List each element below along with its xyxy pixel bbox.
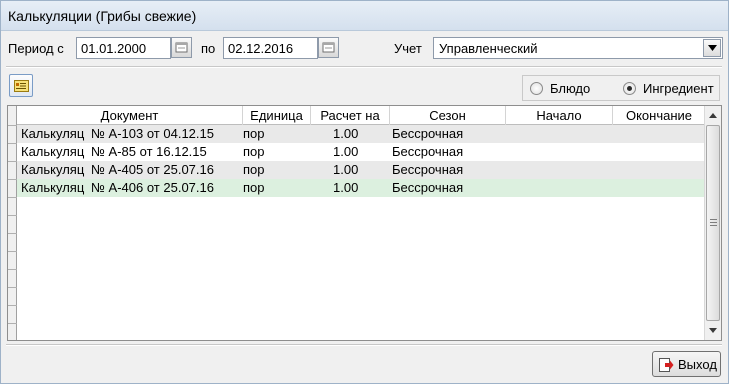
cell-season: Бессрочная — [392, 144, 464, 159]
cell-doc-number: № А-103 от 04.12.15 — [91, 126, 214, 141]
radio-dish-label: Блюдо — [550, 81, 591, 96]
column-header-start[interactable]: Начало — [506, 106, 613, 125]
gutter-row-line — [8, 143, 17, 144]
gutter-row-line — [8, 161, 17, 162]
column-header-calc-for[interactable]: Расчет на — [311, 106, 390, 125]
footer-divider — [6, 344, 722, 346]
radio-dish-circle — [530, 82, 543, 95]
gutter-row-line — [8, 179, 17, 180]
gutter-row-line — [8, 269, 17, 270]
column-header-end[interactable]: Окончание — [613, 106, 705, 125]
account-select[interactable]: Управленческий — [433, 37, 723, 59]
grip-line — [710, 219, 717, 220]
date-from-field[interactable]: 01.01.2000 — [76, 37, 171, 59]
date-to-calendar-button[interactable] — [318, 37, 339, 58]
period-label: Период с — [8, 41, 64, 56]
gutter-row-line — [8, 305, 17, 306]
table-header: Документ Единица Расчет на Сезон Начало … — [17, 106, 705, 125]
scroll-down-button[interactable] — [705, 322, 721, 339]
table-row[interactable]: Калькуляц № А-85 от 16.12.15 пор 1.00 Бе… — [17, 143, 705, 161]
vertical-scrollbar[interactable] — [704, 106, 721, 340]
to-label: по — [201, 41, 216, 56]
gutter-row-line — [8, 287, 17, 288]
cell-season: Бессрочная — [392, 180, 464, 195]
column-header-season[interactable]: Сезон — [390, 106, 506, 125]
exit-label: Выход — [678, 357, 717, 372]
date-to-field[interactable]: 02.12.2016 — [223, 37, 318, 59]
gutter-row-line — [8, 215, 17, 216]
cell-unit: пор — [243, 126, 265, 141]
account-dropdown-button[interactable] — [703, 39, 721, 57]
gutter-row-line — [8, 125, 17, 126]
cell-calc-for: 1.00 — [333, 162, 359, 177]
scroll-up-button[interactable] — [705, 107, 721, 124]
table-row[interactable]: Калькуляц № А-103 от 04.12.15 пор 1.00 Б… — [17, 125, 705, 143]
date-from-calendar-button[interactable] — [171, 37, 192, 58]
mode-radio-group: Блюдо Ингредиент — [522, 75, 720, 101]
cell-doc-number: № А-405 от 25.07.16 — [91, 162, 214, 177]
column-header-unit[interactable]: Единица — [243, 106, 311, 125]
table-row-selected[interactable]: Калькуляц № А-406 от 25.07.16 пор 1.00 Б… — [17, 179, 705, 197]
cell-doc-type: Калькуляц — [21, 144, 85, 159]
title-bar: Калькуляции (Грибы свежие) — [1, 1, 728, 31]
cell-unit: пор — [243, 144, 265, 159]
scroll-down-icon — [709, 328, 717, 333]
cell-doc-number: № А-85 от 16.12.15 — [91, 144, 207, 159]
gutter-row-line — [8, 251, 17, 252]
calculations-table: Документ Единица Расчет на Сезон Начало … — [7, 105, 722, 341]
exit-icon — [659, 358, 674, 372]
scroll-up-icon — [709, 113, 717, 118]
gutter-row-line — [8, 233, 17, 234]
window-title: Калькуляции (Грибы свежие) — [8, 8, 197, 24]
exit-button[interactable]: Выход — [652, 351, 721, 377]
radio-ingredient-label: Ингредиент — [643, 81, 714, 96]
account-label: Учет — [394, 41, 422, 56]
cell-season: Бессрочная — [392, 126, 464, 141]
card-view-button[interactable] — [9, 74, 33, 97]
cell-doc-type: Калькуляц — [21, 126, 85, 141]
cell-calc-for: 1.00 — [333, 126, 359, 141]
divider — [6, 66, 722, 68]
radio-selected-dot — [627, 86, 632, 91]
grip-line — [710, 222, 717, 223]
scroll-thumb[interactable] — [706, 125, 720, 321]
gutter-row-line — [8, 323, 17, 324]
cell-doc-type: Калькуляц — [21, 180, 85, 195]
table-row[interactable]: Калькуляц № А-405 от 25.07.16 пор 1.00 Б… — [17, 161, 705, 179]
calculations-window: Калькуляции (Грибы свежие) Период с 01.0… — [0, 0, 729, 384]
gutter-row-line — [8, 197, 17, 198]
card-icon — [14, 80, 29, 92]
radio-ingredient-circle — [623, 82, 636, 95]
calendar-icon — [175, 42, 188, 53]
row-indicator-column — [8, 106, 17, 340]
cell-unit: пор — [243, 180, 265, 195]
grip-line — [710, 225, 717, 226]
cell-doc-number: № А-406 от 25.07.16 — [91, 180, 214, 195]
chevron-down-icon — [708, 45, 717, 51]
account-select-value: Управленческий — [439, 41, 538, 56]
cell-doc-type: Калькуляц — [21, 162, 85, 177]
calendar-icon — [322, 42, 335, 53]
cell-calc-for: 1.00 — [333, 144, 359, 159]
cell-season: Бессрочная — [392, 162, 464, 177]
column-header-document[interactable]: Документ — [17, 106, 243, 125]
cell-unit: пор — [243, 162, 265, 177]
cell-calc-for: 1.00 — [333, 180, 359, 195]
